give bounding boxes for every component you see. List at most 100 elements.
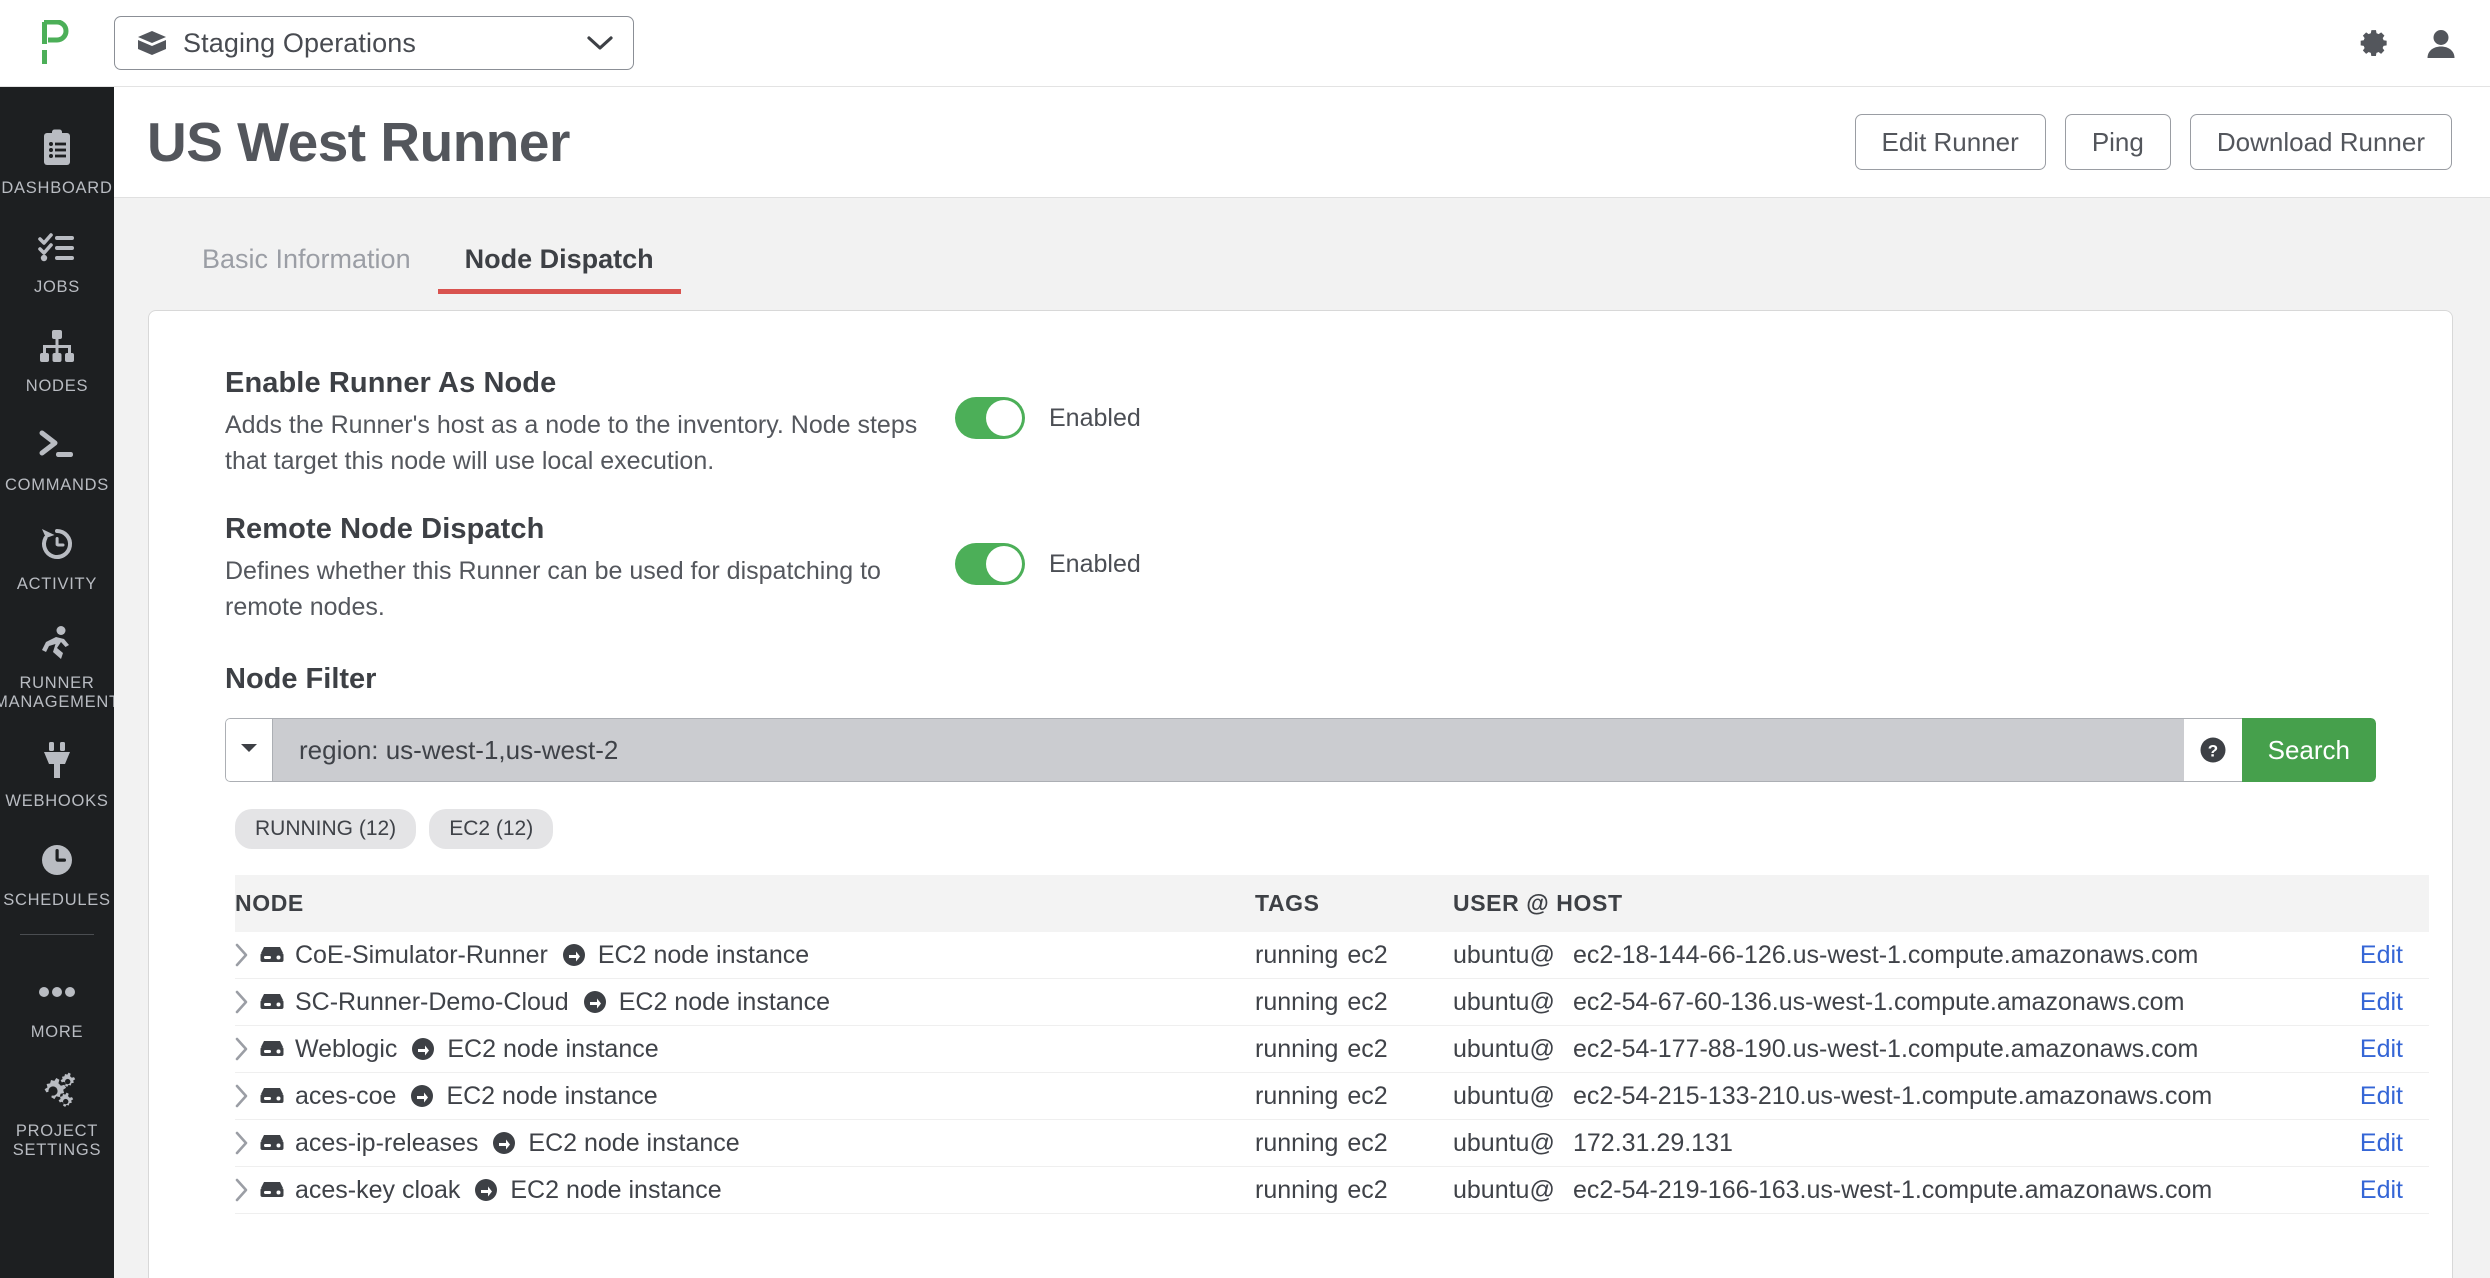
history-clock-icon	[39, 522, 75, 566]
tab-basic-information[interactable]: Basic Information	[175, 246, 438, 294]
chevron-down-icon	[587, 35, 613, 51]
chip-running[interactable]: RUNNING (12)	[235, 809, 417, 849]
tag[interactable]: ec2	[1347, 1129, 1387, 1158]
sidebar-item-label: Activity	[16, 575, 98, 593]
tag[interactable]: ec2	[1347, 988, 1387, 1017]
toggle-state-label: Enabled	[1049, 549, 1141, 578]
tag[interactable]: running	[1255, 941, 1338, 970]
table-row[interactable]: aces-ip-releases EC2 node instance runni…	[235, 1119, 2429, 1167]
download-runner-button[interactable]: Download Runner	[2189, 114, 2452, 170]
tag[interactable]: running	[1255, 1035, 1338, 1064]
sidebar-item-jobs[interactable]: Jobs	[0, 212, 114, 311]
expand-chevron-icon[interactable]	[235, 943, 249, 967]
tag[interactable]: running	[1255, 1082, 1338, 1111]
table-row[interactable]: SC-Runner-Demo-Cloud EC2 node instance r…	[235, 978, 2429, 1026]
expand-chevron-icon[interactable]	[235, 1084, 249, 1108]
node-name: Weblogic	[295, 1034, 398, 1063]
tag[interactable]: running	[1255, 988, 1338, 1017]
ping-button[interactable]: Ping	[2064, 114, 2171, 170]
cell-tags: running ec2	[1255, 1119, 1453, 1167]
sidebar-item-more[interactable]: More	[0, 957, 114, 1056]
table-row[interactable]: aces-coe EC2 node instance running ec2 ub…	[235, 1072, 2429, 1120]
sidebar-item-nodes[interactable]: Nodes	[0, 311, 114, 410]
tag[interactable]: running	[1255, 1129, 1338, 1158]
tag[interactable]: ec2	[1347, 1082, 1387, 1111]
cell-user: ubuntu@	[1453, 1166, 1573, 1214]
table-row[interactable]: CoE-Simulator-Runner EC2 node instance r…	[235, 932, 2429, 979]
node-filter-input[interactable]	[272, 718, 2184, 782]
edit-link[interactable]: Edit	[2360, 988, 2403, 1016]
edit-link[interactable]: Edit	[2360, 1129, 2403, 1157]
cell-actions: Edit	[2299, 932, 2429, 979]
sidebar-item-activity[interactable]: Activity	[0, 509, 114, 608]
cloud-node-badge-icon	[474, 1178, 498, 1202]
column-header-user-host[interactable]: USER @ HOST	[1453, 875, 2299, 932]
enable-runner-as-node-toggle[interactable]	[955, 397, 1025, 439]
sidebar-item-schedules[interactable]: Schedules	[0, 825, 114, 924]
cell-tags: running ec2	[1255, 1166, 1453, 1214]
filter-presets-dropdown[interactable]	[225, 718, 272, 782]
runner-person-icon	[39, 621, 75, 665]
expand-chevron-icon[interactable]	[235, 1037, 249, 1061]
expand-chevron-icon[interactable]	[235, 1178, 249, 1202]
topbar-actions	[2360, 0, 2456, 87]
gear-icon[interactable]	[2360, 28, 2392, 60]
remote-node-dispatch-toggle[interactable]	[955, 543, 1025, 585]
tag[interactable]: running	[1255, 1176, 1338, 1205]
clipboard-list-icon	[40, 126, 74, 170]
column-header-node[interactable]: NODE	[235, 875, 1255, 932]
edit-runner-button[interactable]: Edit Runner	[1854, 114, 2046, 170]
svg-text:?: ?	[2207, 742, 2217, 761]
expand-chevron-icon[interactable]	[235, 1131, 249, 1155]
search-button[interactable]: Search	[2241, 718, 2376, 782]
sidebar-item-commands[interactable]: Commands	[0, 410, 114, 509]
top-bar: Staging Operations	[0, 0, 2490, 87]
edit-link[interactable]: Edit	[2360, 1035, 2403, 1063]
tag-list: running ec2	[1255, 1082, 1453, 1111]
cell-host: ec2-54-219-166-163.us-west-1.compute.ama…	[1573, 1166, 2299, 1214]
sidebar-item-webhooks[interactable]: Webhooks	[0, 726, 114, 825]
cell-host: 172.31.29.131	[1573, 1119, 2299, 1167]
toggle-knob	[986, 400, 1022, 436]
tab-node-dispatch[interactable]: Node Dispatch	[437, 246, 681, 294]
chip-ec2[interactable]: EC2 (12)	[429, 809, 554, 849]
column-header-tags[interactable]: TAGS	[1255, 875, 1453, 932]
sidebar-item-label: Project Settings	[12, 1122, 102, 1159]
project-name: Staging Operations	[183, 27, 416, 58]
sidebar-item-label: Dashboard	[1, 179, 113, 197]
edit-link[interactable]: Edit	[2360, 1176, 2403, 1204]
table-row[interactable]: Weblogic EC2 node instance running ec2 ub…	[235, 1025, 2429, 1073]
server-icon	[259, 1132, 285, 1154]
cloud-node-badge-icon	[410, 1084, 434, 1108]
table-header-row: NODE TAGS USER @ HOST	[235, 875, 2429, 932]
sidebar-item-label: Schedules	[3, 891, 111, 909]
sidebar-item-dashboard[interactable]: Dashboard	[0, 113, 114, 212]
tag[interactable]: ec2	[1347, 1035, 1387, 1064]
sidebar-item-runner-management[interactable]: Runner Management	[0, 608, 114, 726]
caret-down-icon	[240, 741, 258, 759]
tag-list: running ec2	[1255, 1129, 1453, 1158]
tag-list: running ec2	[1255, 1176, 1453, 1205]
sidebar-item-project-settings[interactable]: Project Settings	[0, 1056, 114, 1174]
cell-actions: Edit	[2299, 1166, 2429, 1214]
tag[interactable]: ec2	[1347, 1176, 1387, 1205]
sidebar-item-label: Webhooks	[5, 792, 109, 810]
tag[interactable]: ec2	[1347, 941, 1387, 970]
edit-link[interactable]: Edit	[2360, 1082, 2403, 1110]
cloud-node-badge-icon	[562, 943, 586, 967]
table-row[interactable]: aces-key cloak EC2 node instance running…	[235, 1166, 2429, 1214]
node-type: EC2 node instance	[618, 987, 830, 1016]
gears-icon	[36, 1069, 78, 1113]
project-selector[interactable]: Staging Operations	[114, 16, 634, 70]
page-header: US West Runner Edit Runner Ping Download…	[114, 87, 2490, 198]
question-circle-icon[interactable]: ?	[2183, 718, 2242, 782]
cloud-node-badge-icon	[583, 990, 607, 1014]
expand-chevron-icon[interactable]	[235, 990, 249, 1014]
node-filter-searchbar: ? Search	[225, 718, 2376, 782]
edit-link[interactable]: Edit	[2360, 941, 2403, 969]
user-icon[interactable]	[2426, 28, 2456, 60]
rundeck-logo[interactable]	[0, 0, 114, 87]
setting-title: Remote Node Dispatch	[225, 513, 545, 545]
cell-node: aces-coe EC2 node instance	[235, 1072, 1255, 1120]
cell-node: Weblogic EC2 node instance	[235, 1025, 1255, 1073]
